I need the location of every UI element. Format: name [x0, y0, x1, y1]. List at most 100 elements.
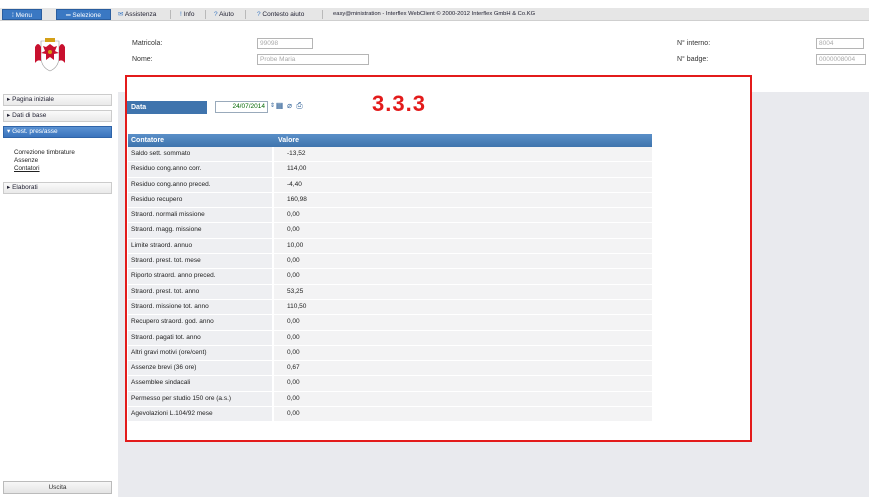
subitem-correzione-timbrature[interactable]: Correzione timbrature [14, 149, 75, 156]
counter-name-cell: Riporto straord. anno preced. [128, 269, 272, 284]
counter-name-cell: Straord. pagati tot. anno [128, 330, 272, 345]
counter-name-cell: Straord. prest. tot. mese [128, 254, 272, 269]
sidebar: ▸ Pagina iniziale ▸ Dati di base ▾ Gest.… [0, 92, 118, 497]
counter-name-cell: Agevolazioni L.104/92 mese [128, 407, 272, 422]
copyright-text: easy@ministration - Interflex WebClient … [333, 11, 536, 17]
counters-table: Contatore Valore Saldo sett. sommato -13,… [128, 134, 652, 423]
print-icon[interactable]: ⎙ [295, 101, 304, 111]
exit-button[interactable]: Uscita [3, 481, 112, 494]
counter-value-cell: 0,00 [274, 345, 652, 361]
mail-icon: ✉ [118, 11, 125, 18]
counter-value-cell: -13,52 [274, 147, 652, 162]
counter-name-cell: Straord. missione tot. anno [128, 299, 272, 315]
table-body: Saldo sett. sommato -13,52 Residuo cong.an… [128, 147, 652, 423]
menu-button[interactable]: ⁞ Menu [2, 9, 42, 20]
table-row: Permesso per studio 150 ore (a.s.) 0,00 [128, 391, 652, 408]
sidebar-item-elaborati[interactable]: ▸ Elaborati [3, 182, 112, 194]
subitem-assenze[interactable]: Assenze [14, 157, 38, 164]
nome-field[interactable]: Probe Maria [257, 54, 369, 65]
badge-label: N° badge: [677, 56, 709, 63]
counter-name-cell: Limite straord. annuo [128, 238, 272, 254]
counter-name-cell: Altri gravi motivi (ore/cent) [128, 345, 272, 361]
info-button[interactable]: ! Info [180, 9, 194, 20]
help-label: Aiuto [219, 11, 234, 18]
date-input[interactable]: 24/07/2014 [215, 101, 268, 113]
counter-value-cell: 0,00 [274, 269, 652, 284]
counter-value-cell: 0,00 [274, 391, 652, 407]
assistance-label: Assistenza [124, 11, 157, 18]
counter-name-cell: Assemblee sindacali [128, 376, 272, 391]
counter-name-cell: Residuo cong.anno preced. [128, 177, 272, 192]
paperclip-icon[interactable]: ⌀ [285, 101, 294, 111]
counter-value-cell: 53,25 [274, 284, 652, 299]
table-row: Limite straord. annuo 10,00 [128, 238, 652, 255]
table-row: Residuo cong.anno preced. -4,40 [128, 177, 652, 193]
interno-field[interactable]: 8004 [816, 38, 864, 49]
selection-button[interactable]: ═ Selezione [56, 9, 111, 20]
counter-value-cell: 0,00 [274, 376, 652, 391]
table-row: Straord. prest. tot. mese 0,00 [128, 254, 652, 270]
selection-label: Selezione [72, 12, 101, 19]
table-row: Recupero straord. god. anno 0,00 [128, 315, 652, 331]
table-row: Assemblee sindacali 0,00 [128, 376, 652, 392]
counter-value-cell: -4,40 [274, 177, 652, 192]
matricola-field[interactable]: 99098 [257, 38, 313, 49]
counter-name-cell: Residuo cong.anno corr. [128, 162, 272, 177]
counter-name-cell: Saldo sett. sommato [128, 147, 272, 162]
table-row: Assenze brevi (36 ore) 0,67 [128, 361, 652, 377]
matricola-label: Matricola: [132, 40, 163, 47]
counter-name-cell: Straord. magg. missione [128, 223, 272, 238]
counter-value-cell: 0,00 [274, 208, 652, 223]
counter-name-cell: Straord. prest. tot. anno [128, 284, 272, 299]
table-row: Straord. missione tot. anno 110,50 [128, 299, 652, 316]
counter-name-cell: Recupero straord. god. anno [128, 315, 272, 330]
coat-of-arms-logo [35, 38, 65, 72]
counter-name-cell: Assenze brevi (36 ore) [128, 361, 272, 376]
counter-value-cell: 0,00 [274, 330, 652, 345]
date-label: Data [127, 101, 207, 114]
counter-value-cell: 10,00 [274, 238, 652, 254]
sidebar-item-label: Gest. pres/asse [12, 128, 58, 135]
toolbar-divider [322, 10, 323, 19]
header-contatore: Contatore [131, 137, 165, 144]
help-button[interactable]: ? Aiuto [214, 9, 234, 20]
sidebar-item-label: Dati di base [12, 112, 47, 119]
table-header: Contatore Valore [128, 134, 652, 147]
sidebar-item-gest-pres-asse[interactable]: ▾ Gest. pres/asse [3, 126, 112, 138]
table-row: Residuo cong.anno corr. 114,00 [128, 162, 652, 178]
toolbar-divider [245, 10, 246, 19]
sidebar-item-pagina-iniziale[interactable]: ▸ Pagina iniziale [3, 94, 112, 106]
top-toolbar: ⁞ Menu ═ Selezione ✉ Assistenza ! Info ?… [0, 0, 869, 28]
badge-field[interactable]: 0000008004 [816, 54, 866, 65]
table-row: Agevolazioni L.104/92 mese 0,00 [128, 407, 652, 423]
interno-label: N° interno: [677, 40, 711, 47]
counter-value-cell: 0,67 [274, 361, 652, 376]
table-row: Saldo sett. sommato -13,52 [128, 147, 652, 163]
calendar-icon[interactable]: ▦ [275, 101, 284, 111]
counter-value-cell: 0,00 [274, 254, 652, 269]
sidebar-item-label: Elaborati [12, 184, 38, 191]
counter-value-cell: 0,00 [274, 315, 652, 330]
table-row: Straord. pagati tot. anno 0,00 [128, 330, 652, 346]
table-row: Altri gravi motivi (ore/cent) 0,00 [128, 345, 652, 362]
counter-value-cell: 0,00 [274, 223, 652, 238]
annotation-label: 3.3.3 [372, 91, 426, 116]
table-row: Straord. prest. tot. anno 53,25 [128, 284, 652, 300]
context-help-label: Contesto aiuto [262, 11, 305, 18]
nome-label: Nome: [132, 56, 153, 63]
toolbar-divider [170, 10, 171, 19]
sidebar-item-label: Pagina iniziale [12, 96, 54, 103]
table-row: Straord. magg. missione 0,00 [128, 223, 652, 239]
context-help-button[interactable]: ? Contesto aiuto [257, 9, 304, 20]
subitem-contatori[interactable]: Contatori [14, 165, 40, 172]
table-row: Straord. normali missione 0,00 [128, 208, 652, 224]
counter-name-cell: Residuo recupero [128, 192, 272, 208]
counter-value-cell: 0,00 [274, 407, 652, 422]
counter-value-cell: 160,98 [274, 192, 652, 208]
counter-name-cell: Straord. normali missione [128, 208, 272, 223]
sidebar-item-dati-di-base[interactable]: ▸ Dati di base [3, 110, 112, 122]
menu-label: Menu [15, 12, 32, 19]
assistance-button[interactable]: ✉ Assistenza [118, 9, 156, 20]
table-row: Residuo recupero 160,98 [128, 192, 652, 209]
info-label: Info [183, 11, 195, 18]
